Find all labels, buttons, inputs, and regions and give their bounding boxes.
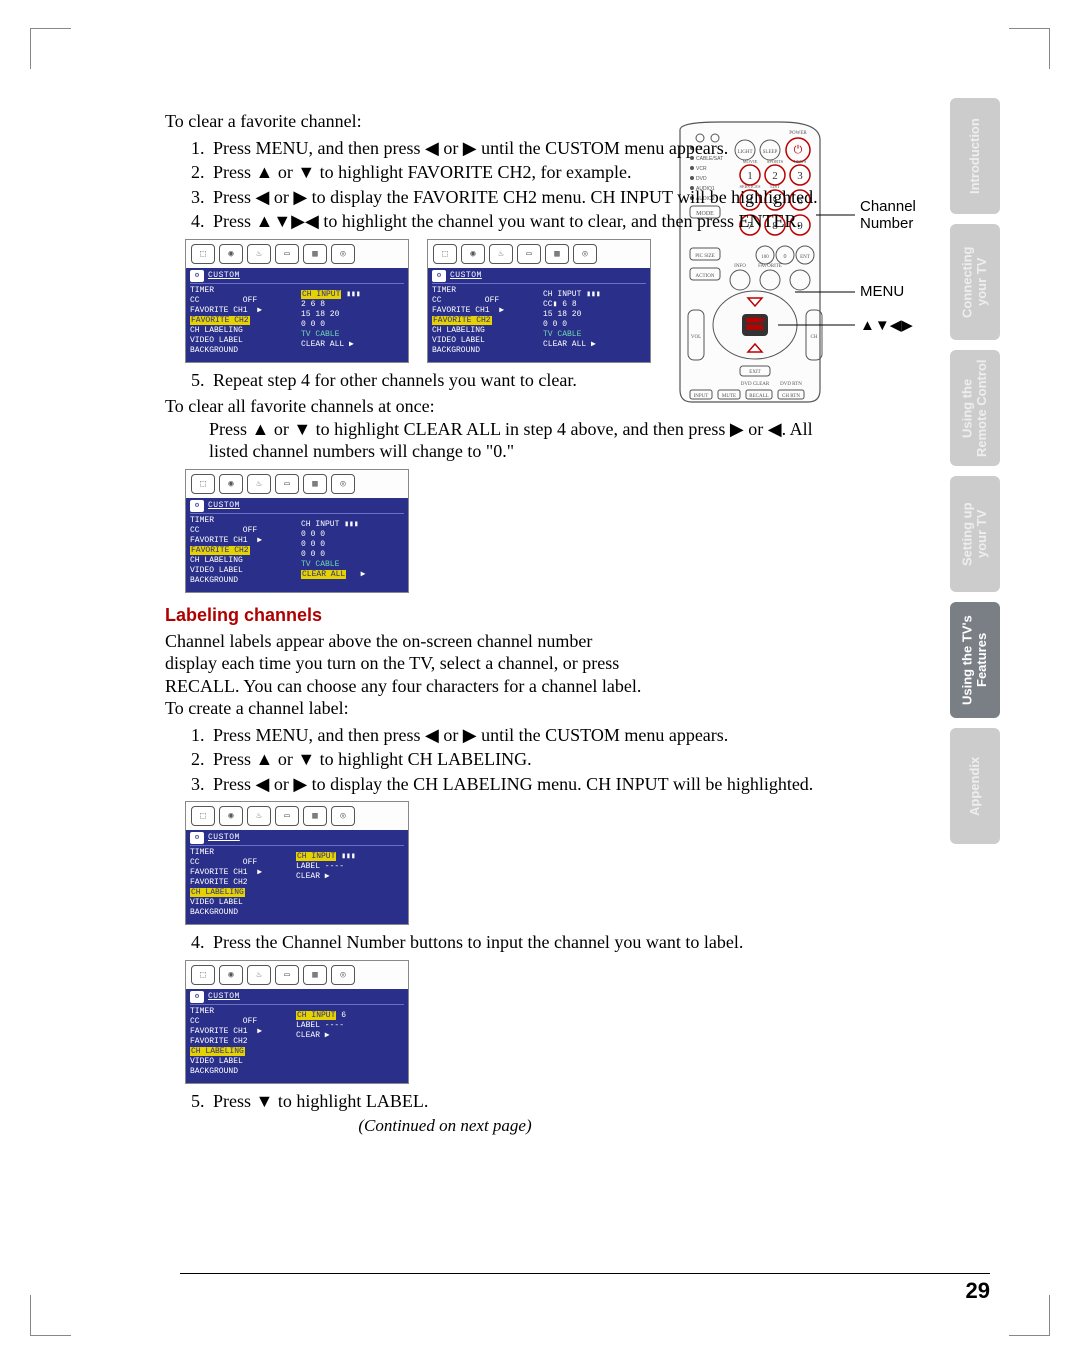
- labeling-para: Channel labels appear above the on-scree…: [165, 630, 645, 698]
- osd-tab-icon: ▭: [275, 806, 299, 826]
- osd-tab-icon: ▦: [545, 244, 569, 264]
- osd-row-2: ⬚◉♨▭▦◎⚙CUSTOMTIMERCC OFFFAVORITE CH1 ▶FA…: [185, 469, 845, 593]
- labeling-step4: Press the Channel Number buttons to inpu…: [165, 931, 845, 954]
- osd-tab-icon: ♨: [247, 474, 271, 494]
- remote-label-arrows: ▲▼◀▶: [860, 316, 913, 334]
- step: Press MENU, and then press ◀ or ▶ until …: [209, 137, 845, 160]
- osd-tab-icon: ◎: [331, 244, 355, 264]
- osd-tab-icon: ◎: [573, 244, 597, 264]
- osd-tab-icon: ♨: [489, 244, 513, 264]
- labeling-head: Labeling channels: [165, 605, 845, 626]
- osd-screenshot: ⬚◉♨▭▦◎⚙CUSTOMTIMERCC OFFFAVORITE CH1 ▶FA…: [427, 239, 651, 363]
- labeling-step5: Press ▼ to highlight LABEL.: [165, 1090, 845, 1113]
- crop-mark: [1009, 1295, 1050, 1336]
- osd-screenshot: ⬚◉♨▭▦◎⚙CUSTOMTIMERCC OFFFAVORITE CH1 ▶FA…: [185, 960, 409, 1084]
- crop-mark: [30, 1295, 71, 1336]
- remote-label-menu: MENU: [860, 283, 904, 300]
- remote-label-channel: Channel Number: [860, 198, 960, 232]
- osd-screenshot: ⬚◉♨▭▦◎⚙CUSTOMTIMERCC OFFFAVORITE CH1 ▶FA…: [185, 239, 409, 363]
- osd-tab-icon: ◎: [331, 965, 355, 985]
- osd-tab-icon: ⬚: [191, 474, 215, 494]
- osd-tab-icon: ◉: [219, 474, 243, 494]
- labeling-steps: Press MENU, and then press ◀ or ▶ until …: [165, 724, 845, 796]
- osd-screenshot: ⬚◉♨▭▦◎⚙CUSTOMTIMERCC OFFFAVORITE CH1 ▶FA…: [185, 469, 409, 593]
- osd-tab-icon: ⬚: [433, 244, 457, 264]
- osd-tab-icon: ◎: [331, 806, 355, 826]
- side-tab: Appendix: [950, 728, 1000, 844]
- osd-tab-icon: ▭: [517, 244, 541, 264]
- step: Press ▲ or ▼ to highlight FAVORITE CH2, …: [209, 161, 845, 184]
- clear-fav-step5: Repeat step 4 for other channels you wan…: [165, 369, 845, 392]
- page-content: To clear a favorite channel: Press MENU,…: [165, 110, 845, 1136]
- osd-tab-icon: ◉: [219, 244, 243, 264]
- page-number: 29: [966, 1278, 990, 1304]
- step: Press ▲ or ▼ to highlight CH LABELING.: [209, 748, 845, 771]
- osd-tab-icon: ◎: [331, 474, 355, 494]
- step: Press ◀ or ▶ to display the FAVORITE CH2…: [209, 186, 845, 209]
- osd-tab-icon: ▦: [303, 244, 327, 264]
- osd-row-3: ⬚◉♨▭▦◎⚙CUSTOMTIMERCC OFFFAVORITE CH1 ▶FA…: [185, 801, 845, 925]
- osd-tab-icon: ▦: [303, 474, 327, 494]
- step: Press ▲▼▶◀ to highlight the channel you …: [209, 210, 845, 233]
- osd-tab-icon: ♨: [247, 965, 271, 985]
- osd-tab-icon: ⬚: [191, 244, 215, 264]
- step: Repeat step 4 for other channels you wan…: [209, 369, 845, 392]
- osd-tab-icon: ◉: [219, 806, 243, 826]
- crop-mark: [1009, 28, 1050, 69]
- osd-row-1: ⬚◉♨▭▦◎⚙CUSTOMTIMERCC OFFFAVORITE CH1 ▶FA…: [185, 239, 845, 363]
- osd-tab-icon: ▭: [275, 474, 299, 494]
- osd-tab-icon: ♨: [247, 244, 271, 264]
- osd-tab-icon: ▦: [303, 965, 327, 985]
- osd-row-4: ⬚◉♨▭▦◎⚙CUSTOMTIMERCC OFFFAVORITE CH1 ▶FA…: [185, 960, 845, 1084]
- osd-tab-icon: ⬚: [191, 806, 215, 826]
- continued: (Continued on next page): [205, 1116, 685, 1136]
- osd-screenshot: ⬚◉♨▭▦◎⚙CUSTOMTIMERCC OFFFAVORITE CH1 ▶FA…: [185, 801, 409, 925]
- osd-tab-icon: ◉: [461, 244, 485, 264]
- step: Press ▼ to highlight LABEL.: [209, 1090, 845, 1113]
- clear-all-body: Press ▲ or ▼ to highlight CLEAR ALL in s…: [165, 418, 845, 463]
- step: Press ◀ or ▶ to display the CH LABELING …: [209, 773, 845, 796]
- clear-fav-steps: Press MENU, and then press ◀ or ▶ until …: [165, 137, 845, 233]
- osd-tab-icon: ♨: [247, 806, 271, 826]
- osd-tab-icon: ◉: [219, 965, 243, 985]
- osd-tab-icon: ⬚: [191, 965, 215, 985]
- page-rule: [180, 1273, 990, 1274]
- osd-tab-icon: ▭: [275, 965, 299, 985]
- clear-fav-intro: To clear a favorite channel:: [165, 110, 845, 133]
- osd-tab-icon: ▦: [303, 806, 327, 826]
- labeling-intro: To create a channel label:: [165, 697, 845, 720]
- side-tab: Using the TV's Features: [950, 602, 1000, 718]
- side-tab: Setting up your TV: [950, 476, 1000, 592]
- clear-all-intro: To clear all favorite channels at once:: [165, 395, 845, 418]
- osd-tab-icon: ▭: [275, 244, 299, 264]
- crop-mark: [30, 28, 71, 69]
- step: Press MENU, and then press ◀ or ▶ until …: [209, 724, 845, 747]
- step: Press the Channel Number buttons to inpu…: [209, 931, 845, 954]
